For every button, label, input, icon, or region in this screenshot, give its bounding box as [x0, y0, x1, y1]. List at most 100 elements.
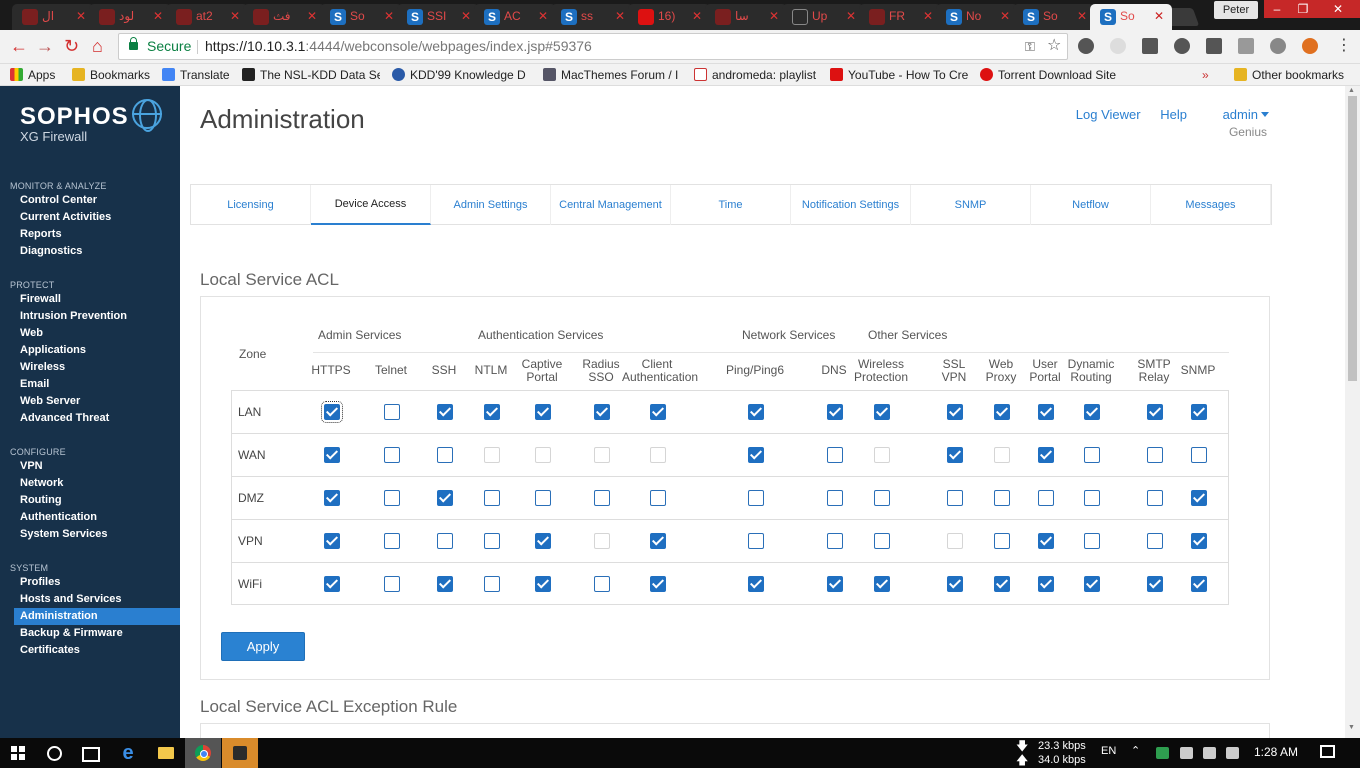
sidebar-item-vpn[interactable]: VPN — [0, 458, 180, 475]
close-tab-icon[interactable]: ✕ — [461, 4, 471, 28]
close-tab-icon[interactable]: ✕ — [307, 4, 317, 28]
bookmark-item[interactable]: andromeda: playlist — [694, 68, 816, 82]
help-link[interactable]: Help — [1160, 107, 1187, 122]
checkbox[interactable] — [827, 576, 843, 592]
log-viewer-link[interactable]: Log Viewer — [1076, 107, 1141, 122]
checkbox[interactable] — [535, 576, 551, 592]
forward-icon[interactable]: → — [36, 36, 54, 56]
checkbox[interactable] — [1084, 576, 1100, 592]
checkbox[interactable] — [384, 533, 400, 549]
checkbox[interactable] — [1038, 490, 1054, 506]
checkbox[interactable] — [650, 576, 666, 592]
chrome-icon[interactable] — [185, 738, 221, 768]
browser-tab[interactable]: S So ✕ — [1013, 4, 1095, 30]
close-tab-icon[interactable]: ✕ — [538, 4, 548, 28]
tab-messages[interactable]: Messages — [1151, 185, 1271, 225]
sidebar-item-system-services[interactable]: System Services — [0, 526, 180, 543]
profile-button[interactable]: Peter — [1214, 1, 1258, 19]
close-tab-icon[interactable]: ✕ — [230, 4, 240, 28]
checkbox[interactable] — [1147, 490, 1163, 506]
sidebar-item-administration[interactable]: Administration — [14, 608, 180, 625]
checkbox[interactable] — [874, 404, 890, 420]
tab-time[interactable]: Time — [671, 185, 791, 225]
bookmark-item[interactable]: Translate — [162, 68, 230, 82]
maximize-button[interactable]: ❐ — [1290, 0, 1316, 18]
checkbox[interactable] — [324, 490, 340, 506]
sidebar-item-certificates[interactable]: Certificates — [0, 642, 180, 659]
language-indicator[interactable]: EN — [1101, 745, 1116, 757]
extension-circle-icon[interactable] — [1110, 38, 1126, 54]
bookmark-item[interactable]: KDD'99 Knowledge D — [392, 68, 530, 82]
checkbox[interactable] — [1038, 404, 1054, 420]
extension-cloud-icon[interactable] — [1270, 38, 1286, 54]
menu-icon[interactable]: ⋮ — [1336, 36, 1352, 56]
checkbox[interactable] — [437, 447, 453, 463]
checkbox[interactable] — [994, 404, 1010, 420]
sidebar-item-current-activities[interactable]: Current Activities — [0, 209, 180, 226]
bookmark-item[interactable]: YouTube - How To Cre — [830, 68, 970, 82]
bookmark-item[interactable]: Bookmarks — [72, 68, 150, 82]
checkbox[interactable] — [650, 533, 666, 549]
checkbox[interactable] — [437, 404, 453, 420]
tray-app-icon[interactable] — [1156, 747, 1169, 759]
checkbox[interactable] — [1038, 533, 1054, 549]
checkbox[interactable] — [324, 576, 340, 592]
tab-snmp[interactable]: SNMP — [911, 185, 1031, 225]
close-tab-icon[interactable]: ✕ — [923, 4, 933, 28]
clock[interactable]: 1:28 AM — [1254, 745, 1298, 759]
checkbox[interactable] — [384, 404, 400, 420]
checkbox[interactable] — [535, 490, 551, 506]
task-view-icon[interactable] — [72, 738, 108, 768]
sidebar-item-web-server[interactable]: Web Server — [0, 393, 180, 410]
checkbox[interactable] — [437, 576, 453, 592]
checkbox[interactable] — [650, 404, 666, 420]
sidebar-item-routing[interactable]: Routing — [0, 492, 180, 509]
close-tab-icon[interactable]: ✕ — [615, 4, 625, 28]
checkbox[interactable] — [321, 401, 343, 423]
checkbox[interactable] — [827, 533, 843, 549]
pinned-app-icon[interactable] — [222, 738, 258, 768]
checkbox[interactable] — [650, 490, 666, 506]
checkbox[interactable] — [1038, 576, 1054, 592]
sidebar-item-intrusion-prevention[interactable]: Intrusion Prevention — [0, 308, 180, 325]
checkbox[interactable] — [535, 533, 551, 549]
checkbox[interactable] — [1038, 447, 1054, 463]
bookmark-item[interactable]: The NSL-KDD Data Se — [242, 68, 380, 82]
edge-icon[interactable]: e — [110, 738, 146, 768]
bookmark-item[interactable]: Torrent Download Site — [980, 68, 1120, 82]
bookmark-item[interactable]: MacThemes Forum / I — [543, 68, 683, 82]
file-explorer-icon[interactable] — [148, 738, 184, 768]
extension-asterisk-icon[interactable] — [1238, 38, 1254, 54]
browser-tab[interactable]: Up ✕ — [782, 4, 864, 30]
sidebar-item-control-center[interactable]: Control Center — [0, 192, 180, 209]
checkbox[interactable] — [1147, 576, 1163, 592]
scroll-down-icon[interactable]: ▼ — [1348, 724, 1355, 731]
tab-central-management[interactable]: Central Management — [551, 185, 671, 225]
checkbox[interactable] — [1191, 576, 1207, 592]
sidebar-item-wireless[interactable]: Wireless — [0, 359, 180, 376]
close-tab-icon[interactable]: ✕ — [76, 4, 86, 28]
checkbox[interactable] — [1191, 447, 1207, 463]
close-tab-icon[interactable]: ✕ — [1077, 4, 1087, 28]
browser-tab[interactable]: S No ✕ — [936, 4, 1018, 30]
tab-notification-settings[interactable]: Notification Settings — [791, 185, 911, 225]
tab-licensing[interactable]: Licensing — [191, 185, 311, 225]
checkbox[interactable] — [1084, 490, 1100, 506]
browser-tab[interactable]: S So ✕ — [1090, 4, 1172, 30]
sidebar-item-reports[interactable]: Reports — [0, 226, 180, 243]
browser-tab[interactable]: S SSI ✕ — [397, 4, 479, 30]
checkbox[interactable] — [484, 576, 500, 592]
checkbox[interactable] — [1147, 404, 1163, 420]
checkbox[interactable] — [827, 404, 843, 420]
sidebar-item-hosts-and-services[interactable]: Hosts and Services — [0, 591, 180, 608]
reload-icon[interactable]: ↻ — [64, 36, 79, 56]
checkbox[interactable] — [748, 576, 764, 592]
browser-tab[interactable]: فث ✕ — [243, 4, 325, 30]
extension-u-icon[interactable] — [1078, 38, 1094, 54]
volume-icon[interactable] — [1226, 747, 1239, 759]
tray-expand-icon[interactable]: ⌃ — [1131, 744, 1140, 757]
home-icon[interactable]: ⌂ — [92, 36, 103, 56]
checkbox[interactable] — [384, 447, 400, 463]
browser-tab[interactable]: 16) ✕ — [628, 4, 710, 30]
tab-device-access[interactable]: Device Access — [311, 185, 431, 225]
